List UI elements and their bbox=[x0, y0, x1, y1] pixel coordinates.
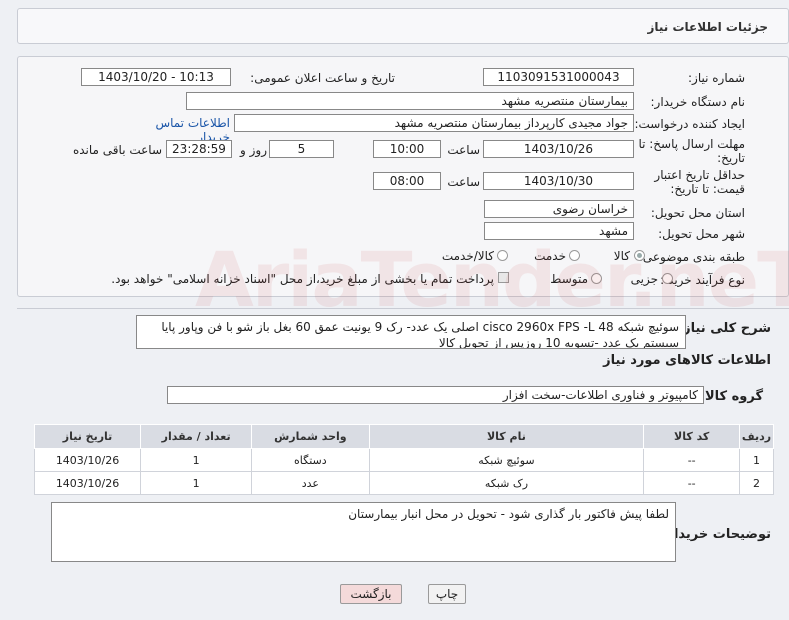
process-radio-medium[interactable] bbox=[591, 273, 602, 284]
col-row: ردیف bbox=[739, 424, 774, 449]
col-code: کد کالا bbox=[643, 424, 741, 449]
page-title: جزئیات اطلاعات نیاز bbox=[647, 20, 768, 34]
remaining-time-field: 23:28:59 bbox=[166, 140, 232, 158]
category-option-service: خدمت bbox=[534, 249, 566, 263]
cell-unit: عدد bbox=[251, 471, 370, 495]
category-option-goods: کالا bbox=[613, 249, 630, 263]
creator-label: ایجاد کننده درخواست: bbox=[634, 117, 745, 131]
process-option-minor: جزیی bbox=[630, 272, 658, 286]
category-radio-goods[interactable] bbox=[634, 250, 645, 261]
goods-group-field: کامپیوتر و فناوری اطلاعات-سخت افزار bbox=[167, 386, 704, 404]
validity-label: حداقل تاریخ اعتبار قیمت: تا تاریخ: bbox=[654, 168, 745, 196]
cell-code: -- bbox=[643, 471, 741, 495]
deadline-label: مهلت ارسال پاسخ: تا تاریخ: bbox=[638, 137, 745, 165]
category-radio-goods-service[interactable] bbox=[497, 250, 508, 261]
buyer-org-label: نام دستگاه خریدار: bbox=[650, 95, 746, 109]
cell-code: -- bbox=[643, 448, 741, 472]
cell-row: 2 bbox=[739, 471, 774, 495]
need-number-field: 1103091531000043 bbox=[483, 68, 634, 86]
validity-time-field: 08:00 bbox=[373, 172, 441, 190]
table-row: 2 -- رک شبکه عدد 1 1403/10/26 bbox=[33, 471, 774, 495]
process-option-medium: متوسط bbox=[550, 272, 588, 286]
province-field: خراسان رضوی bbox=[484, 200, 634, 218]
table-header-row: ردیف کد کالا نام کالا واحد شمارش تعداد /… bbox=[33, 424, 774, 449]
cell-row: 1 bbox=[739, 448, 774, 472]
announce-field: 1403/10/20 - 10:13 bbox=[81, 68, 231, 86]
city-label: شهر محل تحویل: bbox=[658, 227, 745, 241]
days-field: 5 bbox=[269, 140, 334, 158]
validity-time-label: ساعت bbox=[447, 175, 480, 189]
col-date: تاریخ نیاز bbox=[33, 424, 142, 449]
divider bbox=[17, 308, 789, 309]
description-textarea: سوئیچ شبکه cisco 2960x FPS -L 48 اصلی یک… bbox=[136, 315, 686, 349]
deadline-time-label: ساعت bbox=[447, 143, 480, 157]
deadline-date-field: 1403/10/26 bbox=[483, 140, 634, 158]
buyer-notes-label: توضیحات خریدار: bbox=[661, 527, 771, 542]
cell-date: 1403/10/26 bbox=[33, 471, 142, 495]
treasury-note: پرداخت تمام یا بخشی از مبلغ خرید،از محل … bbox=[111, 272, 494, 286]
cell-unit: دستگاه bbox=[251, 448, 370, 472]
goods-group-label: گروه کالا: bbox=[699, 389, 763, 404]
announce-label: تاریخ و ساعت اعلان عمومی: bbox=[250, 71, 395, 85]
cell-qty: 1 bbox=[140, 448, 253, 472]
category-radio-service[interactable] bbox=[569, 250, 580, 261]
need-number-label: شماره نیاز: bbox=[688, 71, 745, 85]
buyer-org-field: بیمارستان منتصریه مشهد bbox=[186, 92, 634, 110]
category-option-goods-service: کالا/خدمت bbox=[441, 249, 494, 263]
treasury-checkbox[interactable] bbox=[498, 272, 509, 283]
cell-name: رک شبکه bbox=[368, 471, 645, 495]
back-button[interactable]: بازگشت bbox=[340, 584, 402, 604]
city-field: مشهد bbox=[484, 222, 634, 240]
category-label: طبقه بندی موضوعی: bbox=[638, 250, 745, 264]
remaining-label: ساعت باقی مانده bbox=[72, 143, 162, 157]
cell-date: 1403/10/26 bbox=[33, 448, 142, 472]
deadline-time-field: 10:00 bbox=[373, 140, 441, 158]
items-table: ردیف کد کالا نام کالا واحد شمارش تعداد /… bbox=[33, 424, 774, 495]
process-label: نوع فرآیند خرید : bbox=[660, 273, 745, 287]
table-row: 1 -- سوئیچ شبکه دستگاه 1 1403/10/26 bbox=[33, 448, 774, 472]
goods-info-title: اطلاعات کالاهای مورد نیاز bbox=[603, 353, 771, 368]
col-name: نام کالا bbox=[368, 424, 645, 449]
print-button[interactable]: چاپ bbox=[428, 584, 466, 604]
buyer-notes-textarea: لطفا پیش فاکتور بار گذاری شود - تحویل در… bbox=[51, 502, 676, 562]
validity-date-field: 1403/10/30 bbox=[483, 172, 634, 190]
province-label: استان محل تحویل: bbox=[650, 206, 745, 220]
process-radio-minor[interactable] bbox=[662, 273, 673, 284]
days-label: روز و bbox=[240, 143, 267, 157]
description-label: شرح کلی نیاز: bbox=[677, 321, 771, 336]
page-header: جزئیات اطلاعات نیاز bbox=[17, 8, 789, 44]
col-qty: تعداد / مقدار bbox=[140, 424, 253, 449]
cell-qty: 1 bbox=[140, 471, 253, 495]
creator-field: جواد مجیدی کارپرداز بیمارستان منتصریه مش… bbox=[234, 114, 634, 132]
col-unit: واحد شمارش bbox=[251, 424, 370, 449]
cell-name: سوئیچ شبکه bbox=[368, 448, 645, 472]
